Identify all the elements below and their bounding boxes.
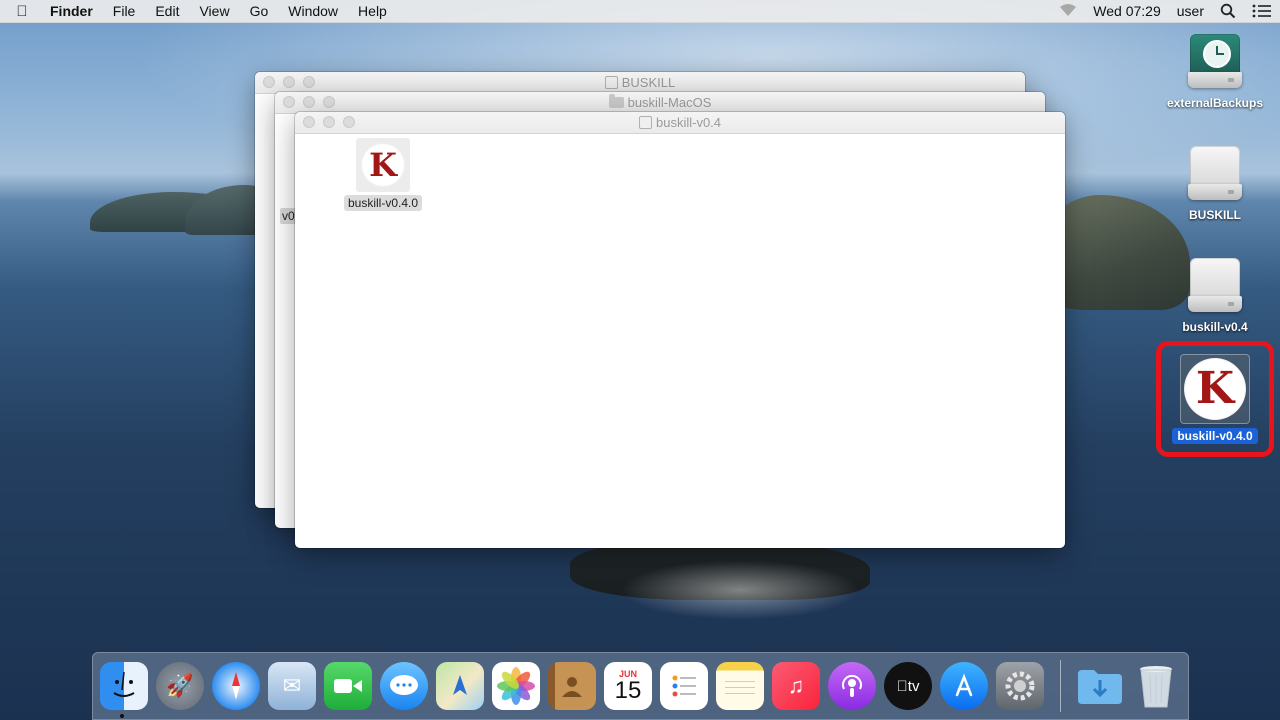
- menu-file[interactable]: File: [103, 3, 146, 19]
- file-item-buskill-app[interactable]: K buskill-v0.4.0: [342, 138, 424, 212]
- music-icon[interactable]: ♫: [772, 662, 820, 710]
- time-machine-drive-icon[interactable]: [1188, 34, 1242, 92]
- buskill-app-icon[interactable]: K: [1180, 354, 1250, 424]
- folder-icon: [608, 94, 624, 108]
- safari-icon[interactable]: [212, 662, 260, 710]
- menu-app-name[interactable]: Finder: [44, 3, 103, 19]
- desktop-icon-buskill-v0-4[interactable]: buskill-v0.4: [1160, 258, 1270, 336]
- maps-icon[interactable]: [436, 662, 484, 710]
- launchpad-icon[interactable]: 🚀: [156, 662, 204, 710]
- reminders-icon[interactable]: [660, 662, 708, 710]
- close-button[interactable]: [303, 116, 315, 128]
- zoom-button[interactable]: [323, 96, 335, 108]
- desktop-icon-external-backups[interactable]: externalBackups: [1160, 34, 1270, 112]
- menu-user[interactable]: user: [1169, 3, 1212, 19]
- finder-window-buskill-v0-4[interactable]: buskill-v0.4 K buskill-v0.4.0: [295, 112, 1065, 548]
- drive-icon: [638, 116, 652, 129]
- file-label[interactable]: buskill-v0.4.0: [343, 195, 423, 211]
- close-button[interactable]: [263, 76, 275, 88]
- contacts-icon[interactable]: [548, 662, 596, 710]
- desktop-icon-label: externalBackups: [1166, 96, 1264, 110]
- wifi-icon[interactable]: [1051, 3, 1085, 20]
- notes-icon[interactable]: [716, 662, 764, 710]
- desktop-icon-buskill[interactable]: BUSKILL: [1160, 146, 1270, 224]
- apple-tv-label: tv: [902, 677, 920, 695]
- menu-help[interactable]: Help: [348, 3, 397, 19]
- apple-tv-icon[interactable]: tv: [884, 662, 932, 710]
- close-button[interactable]: [283, 96, 295, 108]
- menu-view[interactable]: View: [189, 3, 239, 19]
- dock-separator: [1060, 660, 1061, 712]
- drive-icon: [604, 76, 618, 89]
- apple-menu-icon[interactable]: : [0, 3, 44, 20]
- calendar-day: 15: [614, 676, 642, 704]
- menu-window[interactable]: Window: [278, 3, 348, 19]
- dock: 🚀 ✉ JUN 15 ♫ tv: [92, 652, 1189, 720]
- messages-icon[interactable]: [380, 662, 428, 710]
- desktop-icon-label: buskill-v0.4: [1182, 320, 1248, 334]
- minimize-button[interactable]: [283, 76, 295, 88]
- minimize-button[interactable]: [323, 116, 335, 128]
- running-indicator: [120, 714, 124, 718]
- minimize-button[interactable]: [303, 96, 315, 108]
- spotlight-search-icon[interactable]: [1212, 3, 1244, 19]
- menu-clock[interactable]: Wed 07:29: [1085, 3, 1168, 19]
- app-store-icon[interactable]: [940, 662, 988, 710]
- desktop-icon-label: BUSKILL: [1189, 208, 1241, 222]
- system-preferences-icon[interactable]: [996, 662, 1044, 710]
- menu-edit[interactable]: Edit: [145, 3, 189, 19]
- notification-center-icon[interactable]: [1244, 4, 1280, 18]
- window-title: BUSKILL: [621, 75, 676, 90]
- window-titlebar[interactable]: BUSKILL: [255, 72, 1025, 94]
- desktop-icon-label-selected: buskill-v0.4.0: [1172, 428, 1258, 444]
- window-title: buskill-MacOS: [627, 95, 712, 110]
- window-titlebar[interactable]: buskill-v0.4: [295, 112, 1065, 134]
- podcasts-icon[interactable]: [828, 662, 876, 710]
- finder-icon[interactable]: [100, 662, 148, 710]
- zoom-button[interactable]: [343, 116, 355, 128]
- buskill-app-icon[interactable]: K: [356, 138, 410, 192]
- disk-image-drive-icon[interactable]: [1188, 258, 1242, 316]
- desktop-icon-buskill-app-selected[interactable]: K buskill-v0.4.0: [1160, 354, 1270, 445]
- calendar-icon[interactable]: JUN 15: [604, 662, 652, 710]
- zoom-button[interactable]: [303, 76, 315, 88]
- mail-icon[interactable]: ✉: [268, 662, 316, 710]
- trash-icon[interactable]: [1132, 662, 1180, 710]
- window-titlebar[interactable]: buskill-MacOS: [275, 92, 1045, 114]
- external-drive-icon[interactable]: [1188, 146, 1242, 204]
- photos-icon[interactable]: [492, 662, 540, 710]
- window-title: buskill-v0.4: [655, 115, 722, 130]
- menu-bar:  Finder File Edit View Go Window Help W…: [0, 0, 1280, 23]
- facetime-icon[interactable]: [324, 662, 372, 710]
- landscape-surf: [620, 560, 860, 620]
- downloads-folder-icon[interactable]: [1076, 662, 1124, 710]
- menu-go[interactable]: Go: [240, 3, 279, 19]
